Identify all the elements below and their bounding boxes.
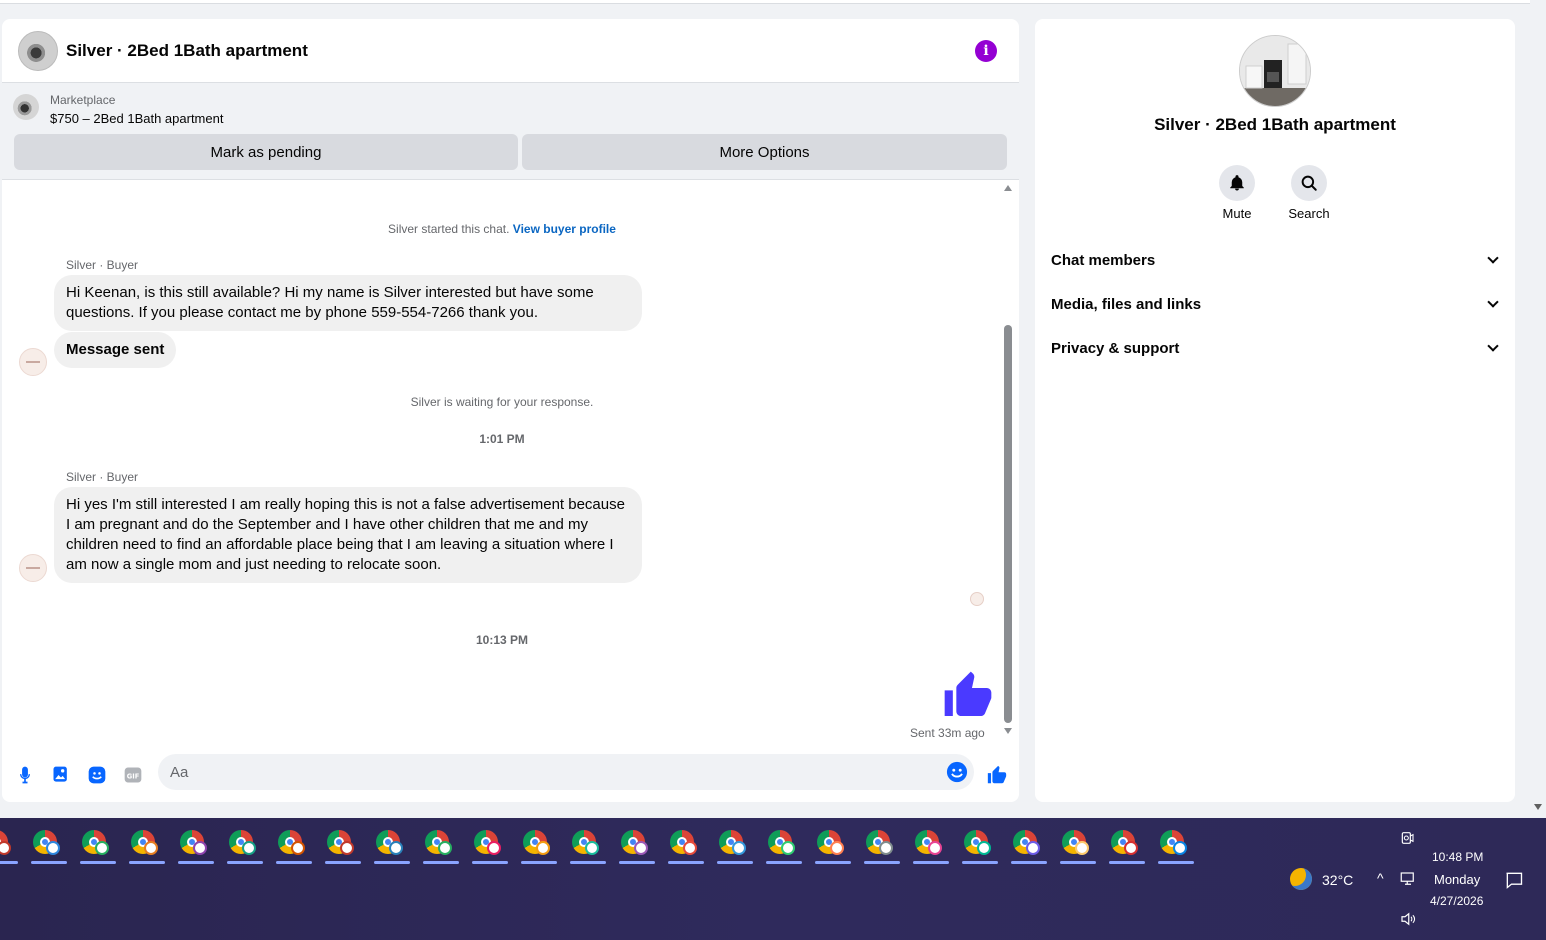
clock-day[interactable]: Monday — [1434, 872, 1480, 887]
mute-button[interactable]: Mute — [1207, 165, 1267, 221]
chat-panel: Silver · 2Bed 1Bath apartment i Marketpl… — [2, 19, 1019, 802]
message-sent-bubble[interactable]: Message sent — [54, 332, 177, 368]
clock-time[interactable]: 10:48 PM — [1432, 850, 1483, 864]
chrome-profile-icon[interactable] — [225, 826, 263, 864]
message-input-wrapper — [158, 754, 974, 790]
photo-icon[interactable] — [50, 764, 72, 786]
chrome-profile-icon[interactable] — [29, 826, 67, 864]
chevron-down-icon — [1487, 340, 1499, 352]
chrome-profile-icon[interactable] — [1107, 826, 1145, 864]
chat-started-notice: Silver started this chat. View buyer pro… — [388, 222, 616, 236]
like-thumb-icon[interactable] — [940, 667, 996, 723]
chrome-profile-icon[interactable] — [960, 826, 998, 864]
chrome-profile-icon[interactable] — [813, 826, 851, 864]
chrome-profile-icon[interactable] — [1058, 826, 1096, 864]
search-icon[interactable] — [1291, 165, 1327, 201]
microphone-icon[interactable] — [14, 764, 36, 786]
page-scroll-down-arrow[interactable] — [1534, 804, 1542, 810]
chrome-profile-icon[interactable] — [519, 826, 557, 864]
timestamp: 10:13 PM — [475, 633, 529, 647]
buyer-avatar[interactable] — [19, 554, 47, 582]
info-icon[interactable]: i — [975, 40, 997, 62]
message-input[interactable] — [170, 754, 930, 790]
chevron-up-icon[interactable]: ^ — [1377, 870, 1384, 886]
seen-indicator-avatar — [970, 592, 984, 606]
section-chat-members[interactable]: Chat members — [1051, 246, 1501, 274]
emoji-icon[interactable] — [946, 761, 968, 783]
chrome-profile-icon[interactable] — [617, 826, 655, 864]
gif-icon[interactable]: GIF — [122, 764, 144, 786]
scroll-thumb[interactable] — [1004, 325, 1012, 723]
sender-label: Silver · Buyer — [66, 258, 139, 272]
chrome-profile-icon[interactable] — [274, 826, 312, 864]
chrome-profile-icon[interactable] — [1009, 826, 1047, 864]
chrome-profile-icon[interactable] — [764, 826, 802, 864]
details-title: Silver · 2Bed 1Bath apartment — [1154, 115, 1396, 134]
sender-label: Silver · Buyer — [66, 470, 139, 484]
view-buyer-profile-link[interactable]: View buyer profile — [513, 222, 616, 236]
chrome-profile-icon[interactable] — [176, 826, 214, 864]
mark-pending-button[interactable]: Mark as pending — [14, 134, 518, 170]
chrome-profile-icon[interactable] — [568, 826, 606, 864]
temperature[interactable]: 32°C — [1322, 872, 1353, 888]
scroll-up-arrow[interactable] — [1004, 185, 1012, 191]
notification-icon[interactable] — [1504, 870, 1524, 890]
search-label: Search — [1288, 206, 1330, 221]
browser-top-edge — [0, 0, 1530, 4]
meet-now-icon[interactable] — [1399, 830, 1415, 846]
windows-taskbar: 32°C ^ 10:48 PM Monday 4/27/2026 — [0, 818, 1546, 940]
chrome-profile-icon[interactable] — [666, 826, 704, 864]
message-bubble[interactable]: Hi Keenan, is this still available? Hi m… — [54, 275, 642, 331]
weather-moon-icon[interactable] — [1290, 868, 1312, 890]
chrome-profile-icon[interactable] — [1156, 826, 1194, 864]
details-panel: Silver · 2Bed 1Bath apartment Mute Searc… — [1035, 19, 1515, 802]
message-bubble[interactable]: Hi yes I'm still interested I am really … — [54, 487, 642, 583]
section-privacy-support[interactable]: Privacy & support — [1051, 334, 1501, 362]
chrome-profile-icon[interactable] — [911, 826, 949, 864]
chrome-profile-icon[interactable] — [421, 826, 459, 864]
listing-avatar[interactable] — [18, 30, 58, 71]
chat-header: Silver · 2Bed 1Bath apartment i — [2, 19, 1019, 83]
listing-photo[interactable] — [1239, 35, 1311, 107]
sent-status: Sent 33m ago — [910, 726, 985, 740]
composer: GIF — [2, 754, 1019, 802]
scroll-down-arrow[interactable] — [1004, 728, 1012, 734]
waiting-notice: Silver is waiting for your response. — [410, 395, 594, 409]
chevron-down-icon — [1487, 252, 1499, 264]
svg-text:GIF: GIF — [127, 772, 140, 780]
marketplace-label: Marketplace — [50, 93, 116, 107]
send-like-icon[interactable] — [986, 764, 1008, 786]
bell-icon[interactable] — [1219, 165, 1255, 201]
sticker-icon[interactable] — [86, 764, 108, 786]
chrome-profile-icon[interactable] — [127, 826, 165, 864]
volume-icon[interactable] — [1399, 910, 1417, 928]
chrome-profile-icon[interactable] — [470, 826, 508, 864]
buyer-avatar[interactable] — [19, 348, 47, 376]
chrome-profile-icon[interactable] — [78, 826, 116, 864]
chevron-down-icon — [1487, 296, 1499, 308]
listing-thumbnail[interactable] — [13, 94, 39, 120]
timestamp: 1:01 PM — [479, 432, 525, 446]
more-options-button[interactable]: More Options — [522, 134, 1007, 170]
chrome-profile-icon[interactable] — [862, 826, 900, 864]
chrome-profile-icon[interactable] — [715, 826, 753, 864]
marketplace-banner: Marketplace $750 – 2Bed 1Bath apartment … — [2, 83, 1019, 180]
message-list: Silver started this chat. View buyer pro… — [2, 181, 1019, 753]
chrome-profile-icon[interactable] — [372, 826, 410, 864]
search-button[interactable]: Search — [1279, 165, 1339, 221]
section-media-files-links[interactable]: Media, files and links — [1051, 290, 1501, 318]
clock-date[interactable]: 4/27/2026 — [1430, 894, 1483, 908]
mute-label: Mute — [1222, 206, 1252, 221]
listing-price[interactable]: $750 – 2Bed 1Bath apartment — [50, 111, 223, 126]
chrome-profile-icon[interactable] — [0, 826, 18, 864]
network-icon[interactable] — [1399, 870, 1417, 888]
chat-title[interactable]: Silver · 2Bed 1Bath apartment — [66, 41, 308, 61]
chrome-profile-icon[interactable] — [323, 826, 361, 864]
message-scrollbar[interactable] — [1002, 181, 1014, 736]
